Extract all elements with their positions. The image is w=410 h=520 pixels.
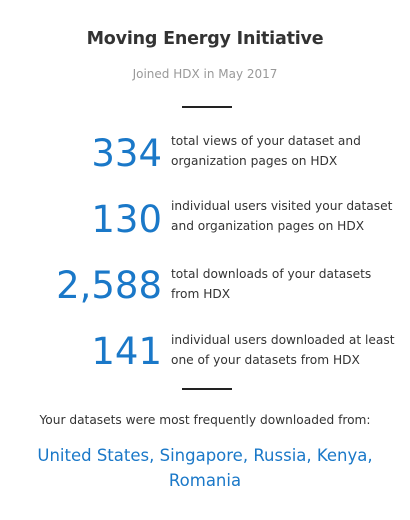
stat-total-downloads: 2,588 total downloads of your datasets f… [0, 262, 410, 322]
bottom-divider [182, 388, 232, 390]
top-divider [182, 106, 232, 108]
stat-value: 334 [91, 132, 162, 175]
stat-description: total downloads of your datasets from HD… [171, 267, 372, 301]
downloads-countries: United States, Singapore, Russia, Kenya,… [37, 446, 373, 490]
stat-unique-downloaders: 141 individual users downloaded at least… [0, 328, 410, 388]
stat-unique-visitors: 130 individual users visited your datase… [0, 196, 410, 256]
stat-value: 141 [91, 330, 162, 373]
stat-description: individual users visited your dataset an… [171, 199, 393, 233]
stat-value: 130 [91, 198, 162, 241]
stat-description: total views of your dataset and organiza… [171, 134, 361, 168]
page-title: Moving Energy Initiative [86, 29, 324, 49]
stat-total-views: 334 total views of your dataset and orga… [0, 128, 410, 188]
stat-value: 2,588 [56, 264, 162, 307]
downloads-heading: Your datasets were most frequently downl… [39, 413, 371, 427]
joined-date: Joined HDX in May 2017 [132, 67, 278, 81]
stat-description: individual users downloaded at least one… [171, 333, 395, 367]
